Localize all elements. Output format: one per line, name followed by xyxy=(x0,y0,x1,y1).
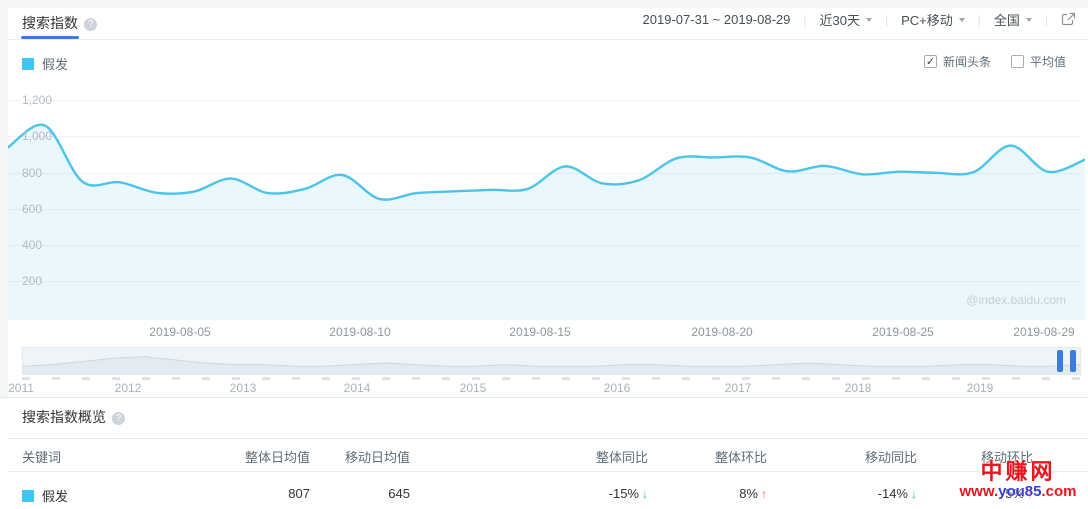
x-axis-tick: 2019-08-15 xyxy=(509,325,570,339)
year-tick: 2018 xyxy=(845,381,872,395)
table-row: 假发 xyxy=(22,486,222,505)
trend-line-series xyxy=(8,99,1085,320)
x-axis-tick: 2019-08-20 xyxy=(691,325,752,339)
scrubber-handle-right[interactable] xyxy=(1070,350,1076,372)
trend-down-icon: ↓ xyxy=(911,487,917,501)
checkbox-label: 新闻头条 xyxy=(943,53,991,70)
series-swatch xyxy=(22,490,34,502)
header-controls: 2019-07-31 ~ 2019-08-29 | 近30天 | PC+移动 |… xyxy=(643,0,1076,39)
chart-legend: 假发 xyxy=(22,54,68,73)
mobile-yoy-value: -14% xyxy=(878,486,908,501)
trend-up-icon: ↑ xyxy=(761,487,767,501)
news-headlines-checkbox[interactable]: 新闻头条 xyxy=(924,53,991,70)
section-divider xyxy=(0,397,1088,398)
y-axis-tick: 600 xyxy=(22,201,42,217)
series-label: 假发 xyxy=(42,54,68,73)
overview-title-label: 搜索指数概览 xyxy=(22,409,106,425)
date-range[interactable]: 2019-07-31 ~ 2019-08-29 xyxy=(643,12,791,27)
separator: | xyxy=(803,13,806,27)
period-dropdown[interactable]: 近30天 xyxy=(819,10,871,29)
y-axis-tick: 800 xyxy=(22,165,42,181)
x-axis-tick: 2019-08-25 xyxy=(872,325,933,339)
series-swatch xyxy=(22,58,34,70)
overall-mom-cell: 8%↑ xyxy=(667,486,767,501)
year-tick: 2019 xyxy=(967,381,994,395)
baidu-index-watermark: @index.baidu.com xyxy=(966,293,1066,307)
external-link-icon[interactable] xyxy=(1061,12,1076,27)
year-tick: 2016 xyxy=(604,381,631,395)
trend-chart[interactable]: 1,200 1,000 800 600 400 200 @index.baidu… xyxy=(0,85,1088,347)
timeline-minor-ticks xyxy=(22,377,1081,380)
period-dropdown-label: 近30天 xyxy=(819,10,859,29)
col-header-mobile-avg: 移动日均值 xyxy=(330,447,410,466)
site-watermark-url: www.you85.com xyxy=(952,484,1084,501)
year-tick: 2014 xyxy=(344,381,371,395)
checkbox-label: 平均值 xyxy=(1030,53,1066,70)
overlay-toggles: 新闻头条 平均值 xyxy=(904,53,1066,70)
site-watermark: 中赚网 www.you85.com xyxy=(952,460,1084,501)
year-tick: 2011 xyxy=(8,381,34,395)
table-border xyxy=(8,471,1088,472)
x-axis-tick: 2019-08-29 xyxy=(1013,325,1074,339)
overall-avg-cell: 807 xyxy=(230,486,310,501)
chevron-down-icon xyxy=(866,18,872,22)
mobile-avg-cell: 645 xyxy=(330,486,410,501)
col-header-keyword: 关键词 xyxy=(22,447,222,466)
y-axis-tick: 400 xyxy=(22,237,42,253)
separator: | xyxy=(1045,13,1048,27)
help-icon[interactable]: ? xyxy=(84,18,97,31)
x-axis-tick: 2019-08-05 xyxy=(149,325,210,339)
average-checkbox[interactable]: 平均值 xyxy=(1011,53,1066,70)
tab-label: 搜索指数 xyxy=(22,15,78,31)
checkbox-icon[interactable] xyxy=(1011,55,1024,68)
chevron-down-icon xyxy=(959,18,965,22)
col-header-overall-mom: 整体环比 xyxy=(667,447,767,466)
y-axis-tick: 200 xyxy=(22,273,42,289)
x-axis-tick: 2019-08-10 xyxy=(329,325,390,339)
separator: | xyxy=(885,13,888,27)
help-icon[interactable]: ? xyxy=(112,412,125,425)
keyword-label: 假发 xyxy=(42,486,68,505)
region-dropdown[interactable]: 全国 xyxy=(994,10,1032,29)
chevron-down-icon xyxy=(1026,18,1032,22)
tab-search-index[interactable]: 搜索指数? xyxy=(22,13,97,33)
overall-yoy-value: -15% xyxy=(609,486,639,501)
col-header-overall-avg: 整体日均值 xyxy=(230,447,310,466)
mobile-yoy-cell: -14%↓ xyxy=(817,486,917,501)
overview-section-title: 搜索指数概览? xyxy=(22,407,125,427)
overview-sparkline xyxy=(23,348,1080,374)
y-axis-tick: 1,000 xyxy=(22,128,52,144)
site-watermark-name: 中赚网 xyxy=(952,460,1084,484)
timeline-scrubber[interactable] xyxy=(22,347,1081,375)
scrubber-handle-left[interactable] xyxy=(1057,350,1063,372)
year-tick: 2012 xyxy=(115,381,142,395)
baidu-index-page: 搜索指数? 2019-07-31 ~ 2019-08-29 | 近30天 | P… xyxy=(0,0,1088,509)
device-dropdown-label: PC+移动 xyxy=(901,10,953,29)
overall-mom-value: 8% xyxy=(739,486,758,501)
overall-yoy-cell: -15%↓ xyxy=(548,486,648,501)
keyword-cell: 假发 xyxy=(22,486,68,505)
year-tick: 2017 xyxy=(725,381,752,395)
col-header-mobile-yoy: 移动同比 xyxy=(817,447,917,466)
header-divider xyxy=(8,39,1088,40)
year-tick: 2013 xyxy=(230,381,257,395)
trend-down-icon: ↓ xyxy=(642,487,648,501)
y-axis-tick: 1,200 xyxy=(22,92,52,108)
year-tick: 2015 xyxy=(460,381,487,395)
separator: | xyxy=(978,13,981,27)
col-header-overall-yoy: 整体同比 xyxy=(548,447,648,466)
region-dropdown-label: 全国 xyxy=(994,10,1020,29)
table-border xyxy=(8,438,1088,439)
checkbox-icon[interactable] xyxy=(924,55,937,68)
device-dropdown[interactable]: PC+移动 xyxy=(901,10,965,29)
